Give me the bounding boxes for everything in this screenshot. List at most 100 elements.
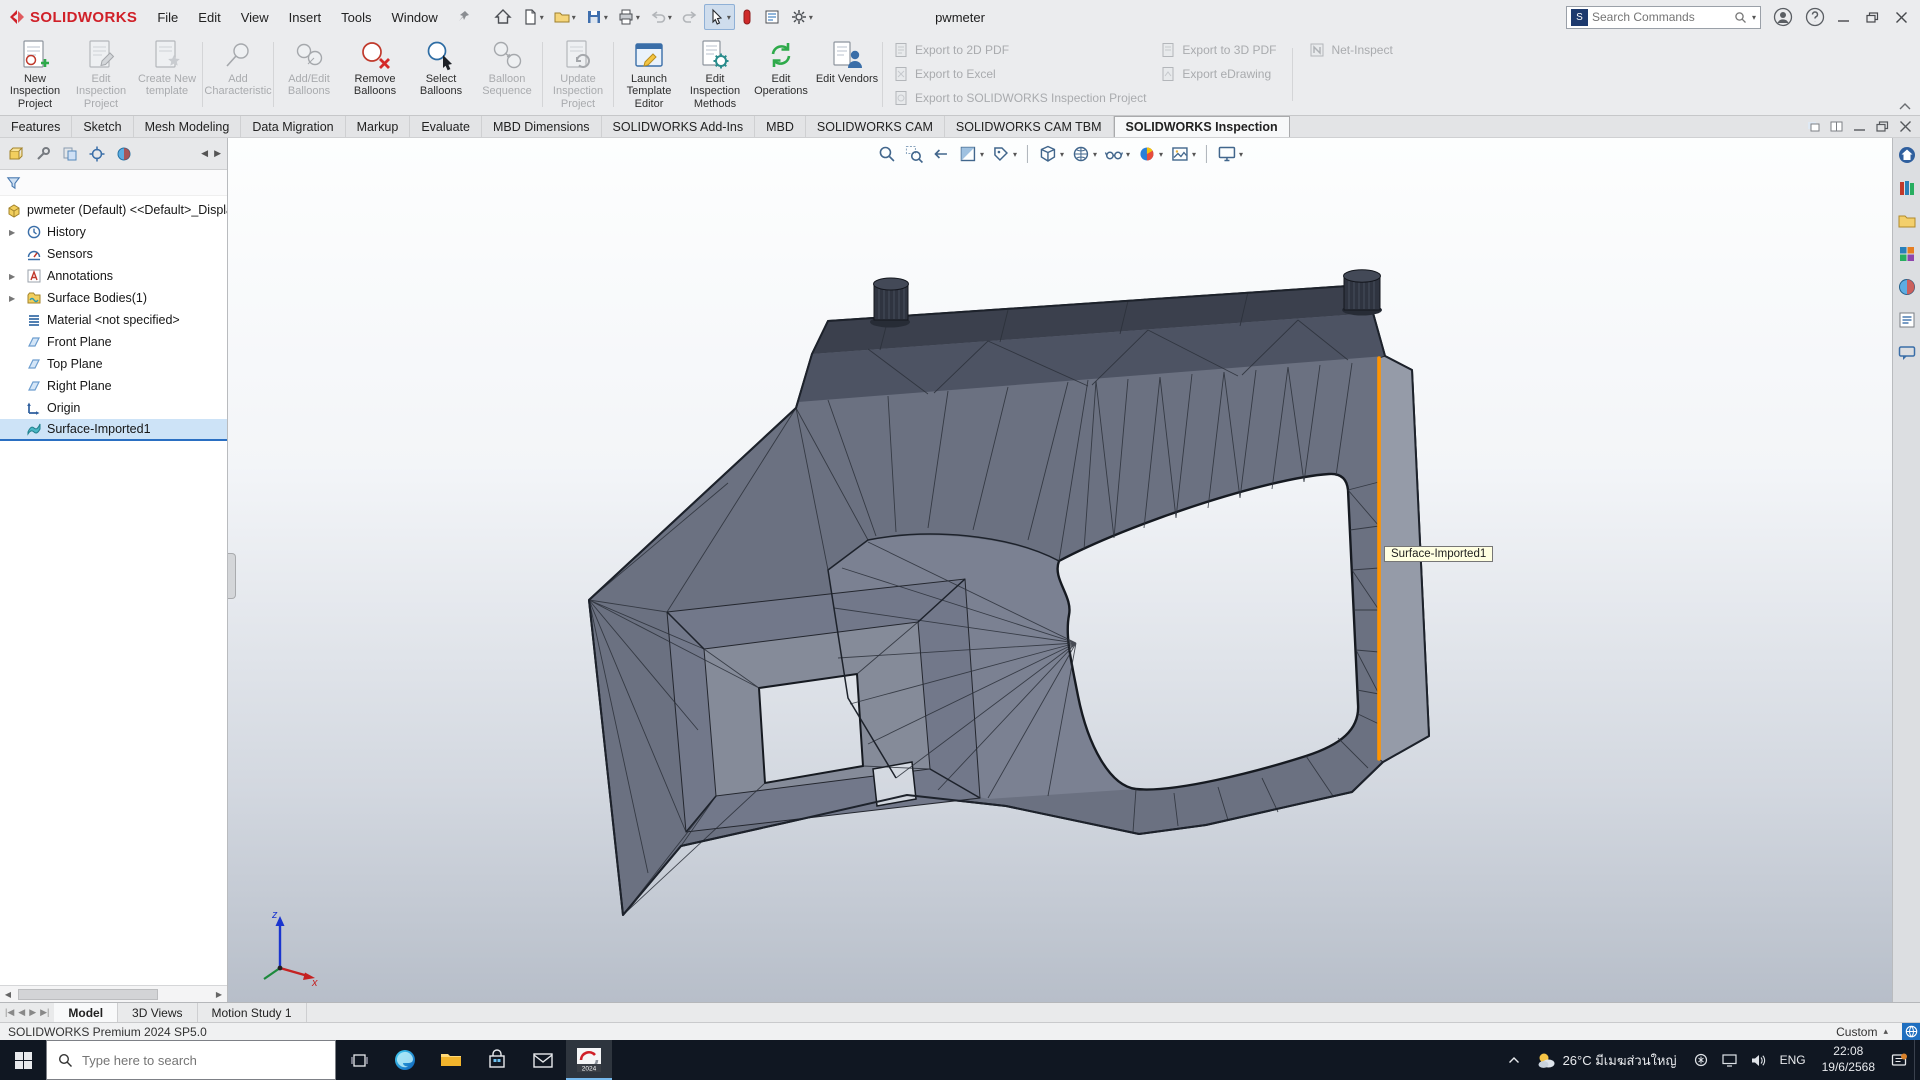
filter-funnel-icon[interactable] [5, 174, 22, 191]
configurationmanager-tab-icon[interactable] [60, 144, 80, 164]
language-indicator[interactable]: ENG [1773, 1040, 1813, 1080]
panel-scroll-right-icon[interactable]: ▶ [214, 148, 221, 159]
print-icon[interactable]: ▾ [613, 4, 644, 30]
model-tab[interactable]: Model [54, 1003, 118, 1022]
file-explorer-app-icon[interactable] [428, 1040, 474, 1080]
forum-icon[interactable] [1896, 342, 1918, 364]
export-to-3d-pdf-button[interactable]: Export to 3D PDF [1160, 42, 1276, 58]
remove-balloons-button[interactable]: Remove Balloons [342, 36, 408, 113]
previous-view-icon[interactable] [930, 143, 952, 165]
display-state-label[interactable]: Custom [1836, 1025, 1877, 1039]
add-characteristic-button[interactable]: Add Characteristic [205, 36, 271, 113]
web-help-globe-icon[interactable] [1902, 1023, 1920, 1041]
panel-splitter-grip[interactable] [228, 553, 236, 599]
file-explorer-icon[interactable] [1896, 210, 1918, 232]
store-app-icon[interactable] [474, 1040, 520, 1080]
featuremanager-tab-icon[interactable] [6, 144, 26, 164]
tray-chevron-icon[interactable] [1501, 1040, 1527, 1080]
settings-gear-icon[interactable]: ▾ [786, 4, 817, 30]
panel-horizontal-scrollbar[interactable]: ◀ ▶ [0, 985, 227, 1002]
tab-evaluate[interactable]: Evaluate [410, 116, 482, 137]
weather-widget[interactable]: 26°C มีเมฆส่วนใหญ่ [1527, 1050, 1687, 1071]
design-library-icon[interactable] [1896, 177, 1918, 199]
motion-study-tab[interactable]: Motion Study 1 [198, 1003, 307, 1022]
select-cursor-icon[interactable]: ▾ [704, 4, 735, 30]
hide-show-items-icon[interactable]: ▾ [1103, 143, 1131, 165]
edit-inspection-methods-button[interactable]: Edit Inspection Methods [682, 36, 748, 113]
panel-scroll-left-icon[interactable]: ◀ [201, 148, 208, 159]
expand-arrow-icon[interactable]: ▶ [9, 294, 15, 303]
ribbon-collapse-icon[interactable] [1898, 102, 1912, 111]
tree-item-surface-bodies[interactable]: ▶ Surface Bodies(1) [0, 287, 227, 309]
mail-app-icon[interactable] [520, 1040, 566, 1080]
tree-item-origin[interactable]: Origin [0, 397, 227, 419]
tab-solidworks-inspection[interactable]: SOLIDWORKS Inspection [1114, 116, 1290, 137]
search-scope-icon[interactable]: S [1571, 9, 1588, 26]
knob-right[interactable] [1342, 270, 1382, 316]
dimxpertmanager-tab-icon[interactable] [87, 144, 107, 164]
solidworks-app-icon[interactable]: 2024 [566, 1040, 612, 1080]
tree-item-annotations[interactable]: ▶ Annotations [0, 265, 227, 287]
3d-model[interactable] [228, 138, 1892, 1002]
last-tab-icon[interactable]: ▶| [40, 1007, 49, 1018]
scroll-right-icon[interactable]: ▶ [211, 990, 227, 999]
restore-icon[interactable] [1866, 12, 1879, 23]
tree-item-surface-imported1[interactable]: Surface-Imported1 [0, 419, 227, 441]
undo-icon[interactable]: ▾ [645, 4, 676, 30]
tray-display-icon[interactable] [1715, 1040, 1744, 1080]
menu-edit[interactable]: Edit [188, 5, 230, 30]
action-center-icon[interactable] [1884, 1040, 1914, 1080]
update-inspection-project-button[interactable]: Update Inspection Project [545, 36, 611, 113]
open-icon[interactable]: ▾ [549, 4, 580, 30]
displaymanager-tab-icon[interactable] [114, 144, 134, 164]
taskbar-clock[interactable]: 22:08 19/6/2568 [1813, 1044, 1884, 1075]
tree-item-front-plane[interactable]: Front Plane [0, 331, 227, 353]
close-icon[interactable] [1895, 12, 1908, 23]
expand-arrow-icon[interactable]: ▶ [9, 228, 15, 237]
3d-views-tab[interactable]: 3D Views [118, 1003, 197, 1022]
tile-window-icon[interactable] [1830, 121, 1843, 132]
start-button[interactable] [0, 1040, 46, 1080]
first-tab-icon[interactable]: |◀ [5, 1007, 14, 1018]
tray-bluetooth-icon[interactable] [1687, 1040, 1715, 1080]
export-edrawing-button[interactable]: Export eDrawing [1160, 66, 1276, 82]
solidworks-resources-icon[interactable] [1896, 144, 1918, 166]
edit-vendors-button[interactable]: Edit Vendors [814, 36, 880, 113]
user-account-icon[interactable] [1773, 7, 1793, 27]
view-palette-icon[interactable] [1896, 243, 1918, 265]
balloon-sequence-button[interactable]: Balloon Sequence [474, 36, 540, 113]
zoom-area-icon[interactable] [903, 143, 925, 165]
new-window-icon[interactable] [1807, 121, 1820, 132]
scroll-left-icon[interactable]: ◀ [0, 990, 16, 999]
model-body[interactable] [589, 270, 1429, 915]
tab-sketch[interactable]: Sketch [72, 116, 133, 137]
tree-item-sensors[interactable]: Sensors [0, 243, 227, 265]
search-dropdown-icon[interactable]: ▾ [1752, 13, 1756, 22]
view-orientation-icon[interactable]: ▾ [1037, 143, 1065, 165]
menu-window[interactable]: Window [382, 5, 448, 30]
add-edit-balloons-button[interactable]: Add/Edit Balloons [276, 36, 342, 113]
select-balloons-button[interactable]: Select Balloons [408, 36, 474, 113]
pin-menu-icon[interactable] [448, 5, 480, 30]
export-to-2d-pdf-button[interactable]: Export to 2D PDF [893, 42, 1146, 58]
tab-solidworks-cam-tbm[interactable]: SOLIDWORKS CAM TBM [945, 116, 1114, 137]
section-view-icon[interactable]: ▾ [957, 143, 985, 165]
prev-tab-icon[interactable]: ◀ [18, 1007, 25, 1018]
tray-volume-icon[interactable] [1744, 1040, 1773, 1080]
propertymanager-tab-icon[interactable] [33, 144, 53, 164]
tab-solidworks-cam[interactable]: SOLIDWORKS CAM [806, 116, 945, 137]
scrollbar-track[interactable] [16, 988, 211, 1001]
graphics-area[interactable]: ▾ ▾ ▾ ▾ ▾ ▾ ▾ ▾ Surface-Imported1 z x [228, 138, 1892, 1002]
doc-close-icon[interactable] [1899, 121, 1912, 132]
tab-mesh-modeling[interactable]: Mesh Modeling [134, 116, 242, 137]
taskbar-search-input[interactable] [82, 1053, 324, 1068]
menu-file[interactable]: File [147, 5, 188, 30]
scrollbar-thumb[interactable] [18, 989, 158, 1000]
apply-scene-icon[interactable]: ▾ [1169, 143, 1197, 165]
export-to-sw-inspection-button[interactable]: Export to SOLIDWORKS Inspection Project [893, 90, 1146, 106]
menu-view[interactable]: View [231, 5, 279, 30]
custom-properties-icon[interactable] [1896, 309, 1918, 331]
tab-data-migration[interactable]: Data Migration [241, 116, 345, 137]
next-tab-icon[interactable]: ▶ [29, 1007, 36, 1018]
view-settings-icon[interactable]: ▾ [1216, 143, 1244, 165]
